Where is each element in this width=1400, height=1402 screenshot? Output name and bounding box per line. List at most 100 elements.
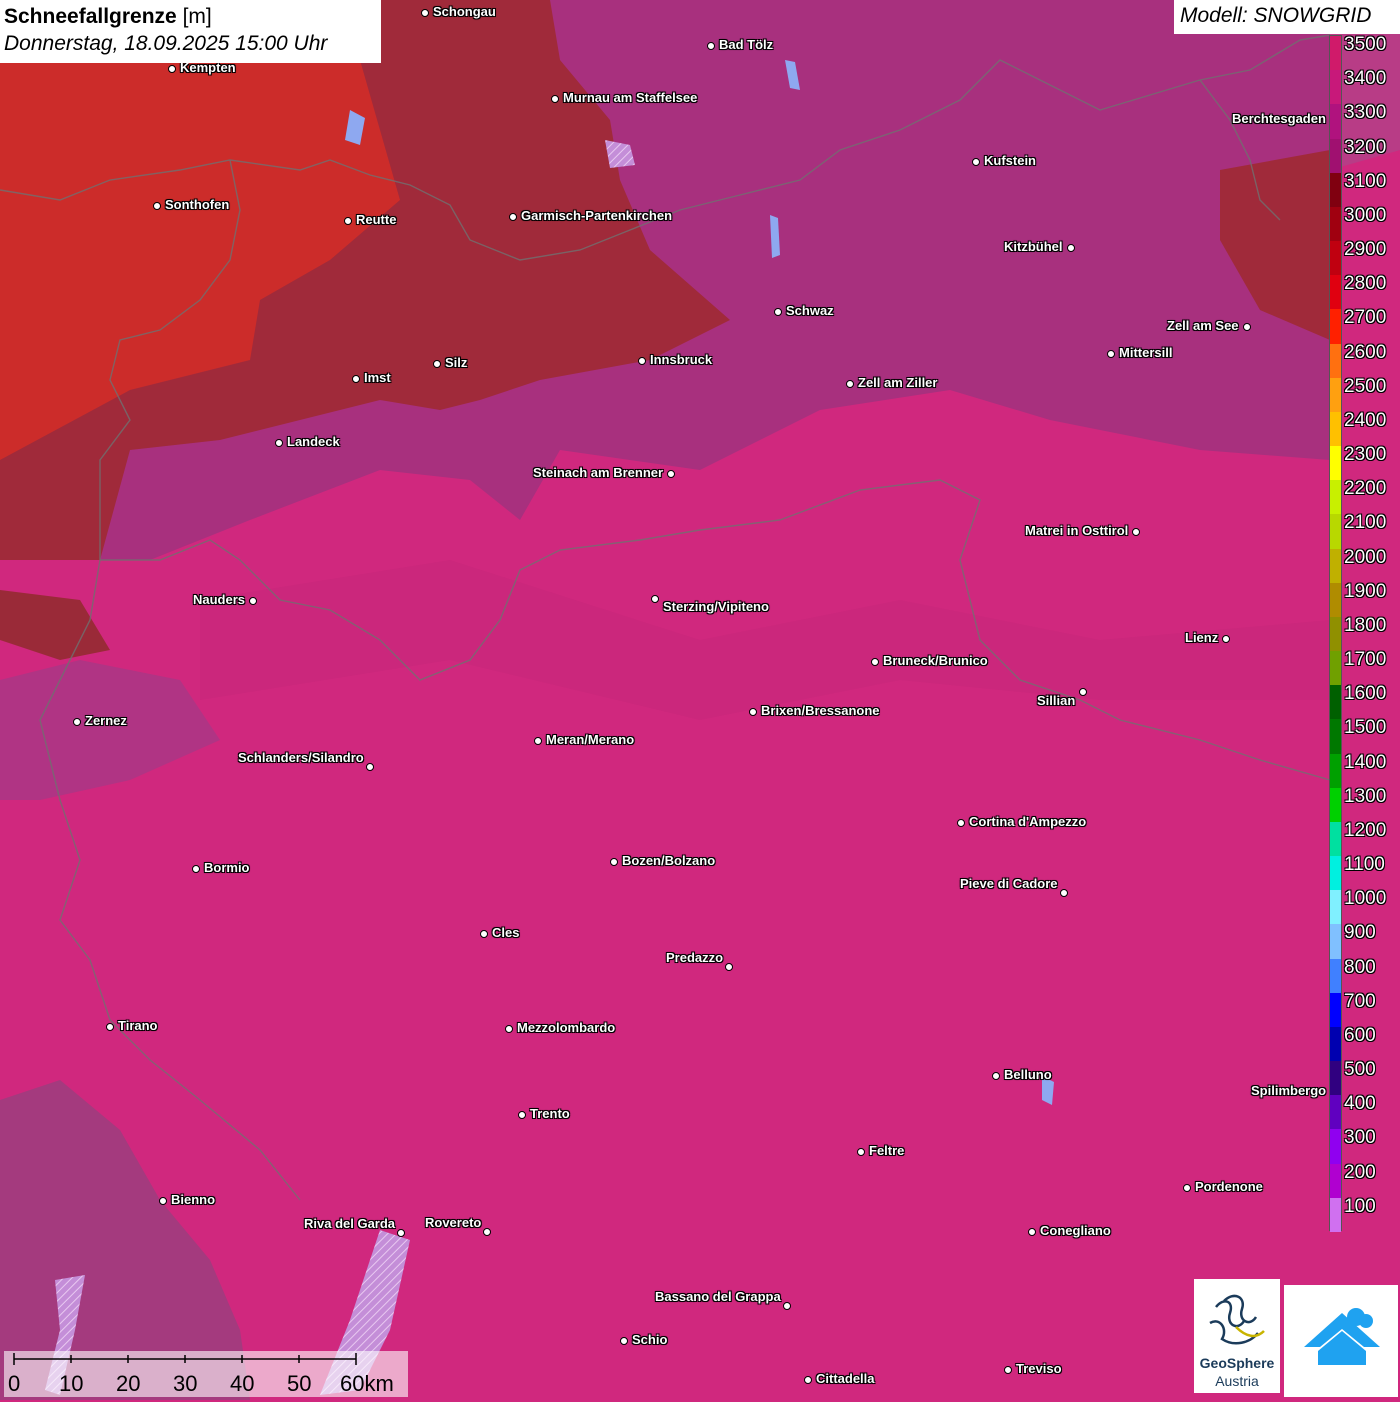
city-label: Cles [492,925,520,940]
scale-bar: 0 10 20 30 40 50 60km [4,1351,408,1397]
city-label: Spilimbergo [1251,1083,1327,1098]
city-marker [153,202,161,210]
legend-swatch-2500 [1330,377,1341,413]
legend-label-800: 800 [1344,956,1376,978]
legend-label-2500: 2500 [1344,375,1387,397]
legend-swatch-100 [1330,1197,1341,1233]
city-marker [610,858,618,866]
city-marker [480,930,488,938]
legend-label-2900: 2900 [1344,239,1387,261]
legend-swatch-500 [1330,1061,1341,1096]
house-cloud-icon [1304,1308,1380,1365]
legend-label-2400: 2400 [1344,409,1387,431]
legend-swatch-3000 [1330,206,1341,242]
city-label: Pordenone [1195,1179,1263,1194]
legend-label-600: 600 [1344,1024,1376,1046]
legend-label-2200: 2200 [1344,478,1387,500]
city-marker [483,1228,491,1236]
scale-label-10: 10 [59,1371,84,1396]
city-label: Bad Tölz [719,37,774,52]
title-box: Schneefallgrenze [m] Donnerstag, 18.09.2… [0,0,381,63]
legend-label-700: 700 [1344,990,1376,1012]
legend-label-200: 200 [1344,1161,1376,1183]
legend-swatch-2200 [1330,480,1341,515]
geosphere-swirl-icon [1209,1294,1265,1345]
city-marker [73,718,81,726]
title-unit: [m] [176,5,212,28]
city-label: Zell am See [1167,318,1239,333]
legend-swatch-1300 [1330,787,1341,823]
city-label: Bienno [171,1192,216,1207]
city-marker [505,1025,513,1033]
city-marker [846,380,854,388]
city-label: Schio [632,1332,668,1347]
city-label: Pieve di Cadore [960,876,1058,891]
city-marker [725,963,733,971]
legend-swatch-3300 [1330,104,1341,139]
legend-label-1000: 1000 [1344,888,1387,910]
legend-swatch-1500 [1330,719,1341,755]
city-marker [1243,323,1251,331]
legend-label-3500: 3500 [1344,34,1387,55]
city-label: Innsbruck [650,352,713,367]
city-marker [1004,1366,1012,1374]
legend-swatch-2000 [1330,548,1341,584]
city-label: Belluno [1004,1067,1052,1082]
city-marker [992,1072,1000,1080]
legend-label-2100: 2100 [1344,512,1387,534]
city-label: Imst [364,370,391,385]
legend-swatch-1400 [1330,753,1341,789]
city-marker [421,9,429,17]
legend-swatch-2800 [1330,275,1341,310]
city-label: Trento [530,1106,570,1121]
city-label: Tirano [118,1018,158,1033]
city-label: Bassano del Grappa [655,1289,781,1304]
title-bold: Schneefallgrenze [4,5,177,28]
city-label: Rovereto [425,1215,482,1230]
legend-label-3100: 3100 [1344,170,1387,192]
legend-swatch-3500 [1330,36,1341,71]
legend-label-1700: 1700 [1344,649,1387,671]
city-label: Zell am Ziller [858,375,938,390]
city-marker [509,213,517,221]
city-marker [1060,889,1068,897]
city-label: Schongau [433,4,496,19]
legend-swatch-1600 [1330,685,1341,720]
city-label: Nauders [193,592,246,607]
legend-swatch-700 [1330,992,1341,1028]
legend-swatch-1900 [1330,582,1341,618]
city-marker [972,158,980,166]
warn-app-logo [1284,1285,1398,1397]
legend-swatch-1800 [1330,616,1341,652]
legend-swatch-2700 [1330,309,1341,345]
city-marker [667,470,675,478]
city-marker [433,360,441,368]
legend-swatch-2900 [1330,241,1341,276]
city-label: Murnau am Staffelsee [563,90,698,105]
legend-swatch-1700 [1330,651,1341,686]
legend-label-1500: 1500 [1344,717,1387,739]
city-marker [620,1337,628,1345]
city-label: Cortina d'Ampezzo [969,814,1087,829]
legend-swatch-2600 [1330,343,1341,379]
city-label: Reutte [356,212,397,227]
city-label: Bozen/Bolzano [622,853,716,868]
city-label: Berchtesgaden [1232,111,1326,126]
city-label: Kufstein [984,153,1036,168]
scale-label-60km: 60km [340,1371,394,1396]
legend-label-1900: 1900 [1344,580,1387,602]
legend-label-900: 900 [1344,922,1376,944]
city-label: Bruneck/Brunico [883,653,988,668]
city-marker [783,1302,791,1310]
legend-swatch-800 [1330,958,1341,994]
city-label: Steinach am Brenner [533,465,664,480]
city-label: Conegliano [1040,1223,1111,1238]
city-label: Brixen/Bressanone [761,703,880,718]
city-label: Sonthofen [165,197,230,212]
scale-label-0: 0 [8,1371,21,1396]
legend-swatch-2100 [1330,514,1341,550]
city-label: Riva del Garda [304,1216,396,1231]
city-marker [551,95,559,103]
legend-swatch-200 [1330,1163,1341,1199]
scale-label-40: 40 [230,1371,255,1396]
